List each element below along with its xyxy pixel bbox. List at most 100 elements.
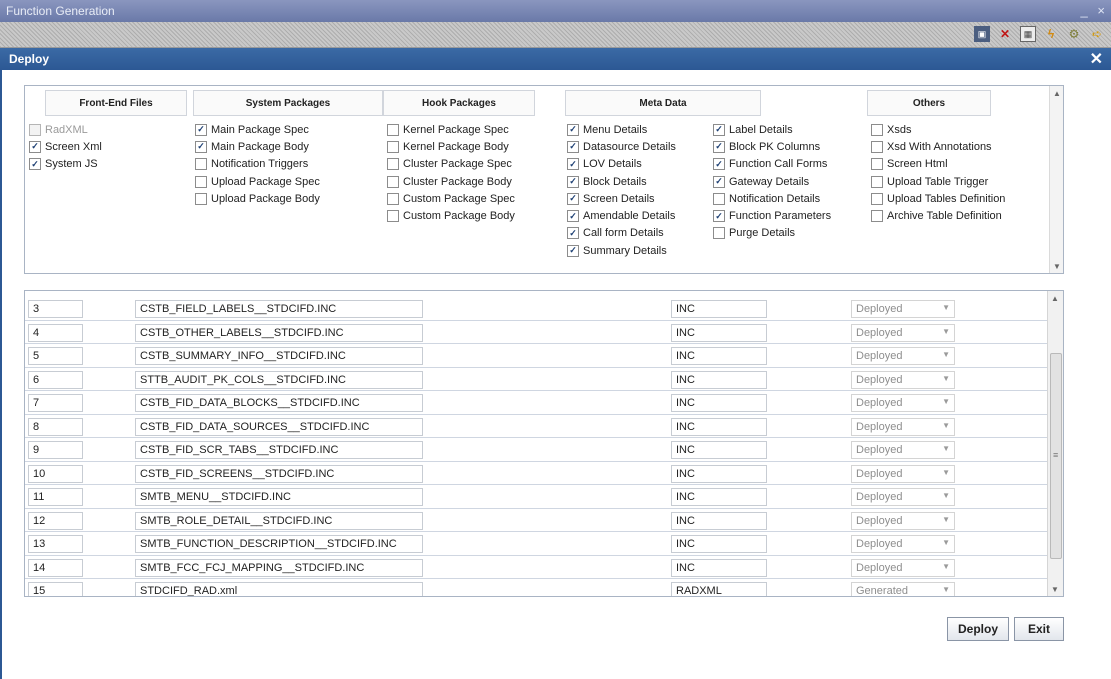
file-name-field[interactable]: CSTB_OTHER_LABELS__STDCIFD.INC [135,323,423,342]
file-name-field[interactable]: SMTB_FCC_FCJ_MAPPING__STDCIFD.INC [135,558,423,577]
grid-scrollbar[interactable]: ▲ ≡ ▼ [1047,291,1063,596]
file-type-field[interactable]: INC [671,511,767,530]
option-item[interactable]: Main Package Spec [195,121,320,138]
status-select[interactable]: Deployed ▼ [851,488,955,506]
option-checkbox[interactable] [713,227,725,240]
option-item[interactable]: Datasource Details [567,138,676,155]
option-item[interactable]: Upload Package Body [195,190,320,207]
option-item[interactable]: Notification Details [713,190,831,207]
file-name-field[interactable]: SMTB_FUNCTION_DESCRIPTION__STDCIFD.INC [135,535,423,553]
option-item[interactable]: LOV Details [567,156,676,173]
file-type-field[interactable]: INC [671,300,767,318]
option-item[interactable]: Screen Details [567,190,676,207]
option-item[interactable]: Xsds [871,121,1005,138]
row-number-field[interactable]: 10 [28,464,83,483]
close-window-icon[interactable]: × [1097,3,1105,18]
scroll-up-icon[interactable]: ▲ [1048,291,1062,305]
status-select[interactable]: Deployed ▼ [851,441,955,459]
option-checkbox[interactable] [871,123,883,136]
option-checkbox[interactable] [567,140,579,153]
status-select[interactable]: Deployed ▼ [851,394,955,412]
option-item[interactable]: Upload Table Trigger [871,173,1005,190]
scroll-down-icon[interactable]: ▼ [1048,582,1062,596]
option-item[interactable]: Block PK Columns [713,138,831,155]
option-checkbox[interactable] [387,140,399,153]
file-name-field[interactable]: SMTB_MENU__STDCIFD.INC [135,488,423,506]
option-checkbox[interactable] [195,192,207,205]
scroll-down-icon[interactable]: ▼ [1050,259,1064,273]
option-checkbox[interactable] [713,158,725,171]
option-checkbox[interactable] [567,210,579,223]
status-select[interactable]: Deployed ▼ [851,511,955,530]
option-checkbox[interactable] [387,123,399,136]
option-checkbox[interactable] [387,192,399,205]
option-item[interactable]: Kernel Package Body [387,138,515,155]
file-type-field[interactable]: INC [671,370,767,389]
scroll-thumb[interactable]: ≡ [1050,353,1062,559]
status-select[interactable]: Deployed ▼ [851,417,955,436]
option-item[interactable]: Summary Details [567,242,676,259]
row-number-field[interactable]: 13 [28,535,83,553]
option-checkbox[interactable] [195,175,207,188]
settings-icon[interactable]: ⚙ [1066,26,1082,42]
option-item[interactable]: Cluster Package Body [387,173,515,190]
option-item[interactable]: Function Call Forms [713,156,831,173]
file-name-field[interactable]: CSTB_FID_SCREENS__STDCIFD.INC [135,464,423,483]
option-item[interactable]: Purge Details [713,225,831,242]
option-item[interactable]: Block Details [567,173,676,190]
generate-icon[interactable]: ϟ [1043,26,1059,42]
file-name-field[interactable]: CSTB_FID_DATA_BLOCKS__STDCIFD.INC [135,394,423,412]
row-number-field[interactable]: 3 [28,300,83,318]
minimize-icon[interactable]: _ [1081,3,1088,18]
row-number-field[interactable]: 11 [28,488,83,506]
options-scrollbar[interactable]: ▲ ▼ [1049,86,1063,273]
status-select[interactable]: Deployed ▼ [851,558,955,577]
option-item[interactable]: Notification Triggers [195,156,320,173]
status-select[interactable]: Deployed ▼ [851,464,955,483]
file-type-field[interactable]: INC [671,488,767,506]
row-number-field[interactable]: 4 [28,323,83,342]
option-checkbox[interactable] [871,158,883,171]
option-item[interactable]: Custom Package Body [387,207,515,224]
option-item[interactable]: System JS [29,156,102,173]
row-number-field[interactable]: 15 [28,582,83,596]
save-icon[interactable]: ▣ [974,26,990,42]
delete-icon[interactable]: ✕ [997,26,1013,42]
file-type-field[interactable]: INC [671,347,767,365]
file-type-field[interactable]: RADXML [671,582,767,596]
tab-meta-data[interactable]: Meta Data [565,90,761,116]
tab-front-end-files[interactable]: Front-End Files [45,90,187,116]
file-type-field[interactable]: INC [671,417,767,436]
option-checkbox[interactable] [871,175,883,188]
option-item[interactable]: Call form Details [567,225,676,242]
option-checkbox[interactable] [871,192,883,205]
file-name-field[interactable]: CSTB_FIELD_LABELS__STDCIFD.INC [135,300,423,318]
option-item[interactable]: Kernel Package Spec [387,121,515,138]
option-item[interactable]: Cluster Package Spec [387,156,515,173]
file-name-field[interactable]: CSTB_FID_SCR_TABS__STDCIFD.INC [135,441,423,459]
option-checkbox[interactable] [387,175,399,188]
file-type-field[interactable]: INC [671,535,767,553]
option-checkbox[interactable] [195,123,207,136]
option-item[interactable]: Gateway Details [713,173,831,190]
row-number-field[interactable]: 9 [28,441,83,459]
option-checkbox[interactable] [713,175,725,188]
exit-button[interactable]: Exit [1014,617,1064,641]
option-checkbox[interactable] [195,158,207,171]
option-checkbox[interactable] [387,210,399,223]
scroll-up-icon[interactable]: ▲ [1050,86,1064,100]
forward-icon[interactable]: ➪ [1089,26,1105,42]
option-item[interactable]: Upload Package Spec [195,173,320,190]
option-checkbox[interactable] [713,192,725,205]
option-item[interactable]: Amendable Details [567,207,676,224]
option-item[interactable]: Screen Xml [29,138,102,155]
status-select[interactable]: Deployed ▼ [851,323,955,342]
file-type-field[interactable]: INC [671,394,767,412]
status-select[interactable]: Deployed ▼ [851,370,955,389]
tab-hook-packages[interactable]: Hook Packages [383,90,535,116]
option-checkbox[interactable] [567,244,579,257]
option-checkbox[interactable] [567,123,579,136]
option-checkbox[interactable] [29,158,41,171]
option-item[interactable]: Main Package Body [195,138,320,155]
deploy-button[interactable]: Deploy [947,617,1009,641]
